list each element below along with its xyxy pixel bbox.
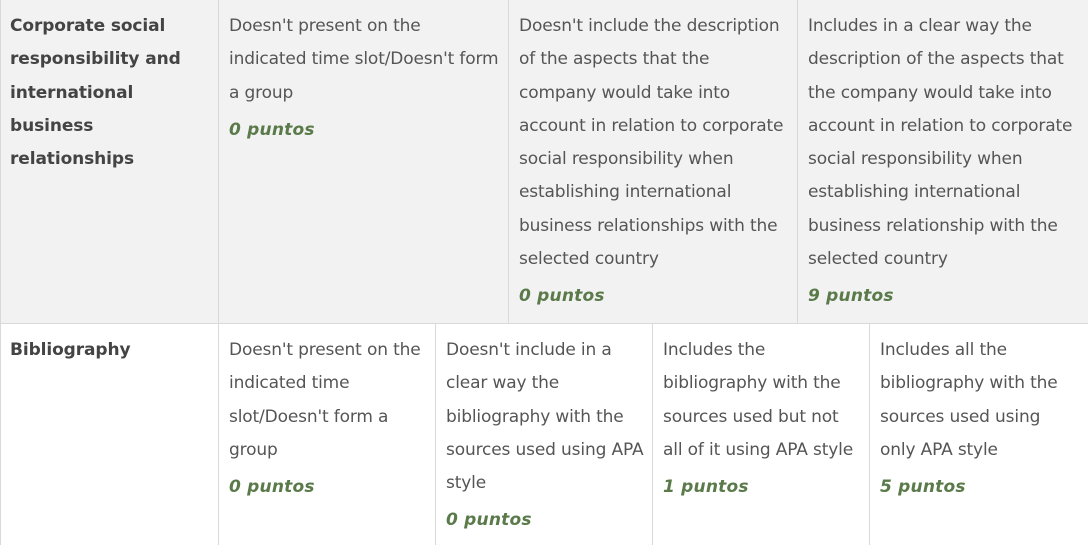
level-points: 1 puntos: [663, 477, 749, 498]
level-description: Doesn't present on the indicated time sl…: [229, 16, 499, 103]
level-cell[interactable]: Doesn't include the description of the a…: [509, 0, 798, 323]
level-cell[interactable]: Doesn't include in a clear way the bibli…: [436, 324, 653, 545]
criterion-label: Bibliography: [10, 340, 131, 360]
level-description: Doesn't include in a clear way the bibli…: [446, 340, 644, 494]
level-cell[interactable]: Includes all the bibliography with the s…: [870, 324, 1088, 545]
level-description: Includes the bibliography with the sourc…: [663, 340, 854, 460]
criterion-cell: Bibliography: [1, 324, 219, 545]
level-description: Includes in a clear way the description …: [808, 16, 1073, 270]
level-points: 0 puntos: [519, 286, 605, 307]
level-cell[interactable]: Doesn't present on the indicated time sl…: [219, 324, 436, 545]
level-cell[interactable]: Doesn't present on the indicated time sl…: [219, 0, 509, 323]
level-points: 0 puntos: [229, 477, 315, 498]
criterion-label: Corporate social responsibility and inte…: [10, 16, 181, 170]
level-points: 0 puntos: [446, 510, 532, 531]
level-description: Includes all the bibliography with the s…: [880, 340, 1058, 460]
rubric-row-csr: Corporate social responsibility and inte…: [1, 0, 1088, 324]
level-description: Doesn't include the description of the a…: [519, 16, 784, 270]
rubric-row-bibliography: Bibliography Doesn't present on the indi…: [1, 324, 1088, 545]
level-cell[interactable]: Includes the bibliography with the sourc…: [653, 324, 870, 545]
rubric-table: Corporate social responsibility and inte…: [0, 0, 1088, 545]
level-cell[interactable]: Includes in a clear way the description …: [798, 0, 1088, 323]
level-description: Doesn't present on the indicated time sl…: [229, 340, 421, 460]
level-points: 0 puntos: [229, 119, 315, 140]
level-points: 9 puntos: [808, 286, 894, 307]
criterion-cell: Corporate social responsibility and inte…: [1, 0, 219, 323]
level-points: 5 puntos: [880, 477, 966, 498]
